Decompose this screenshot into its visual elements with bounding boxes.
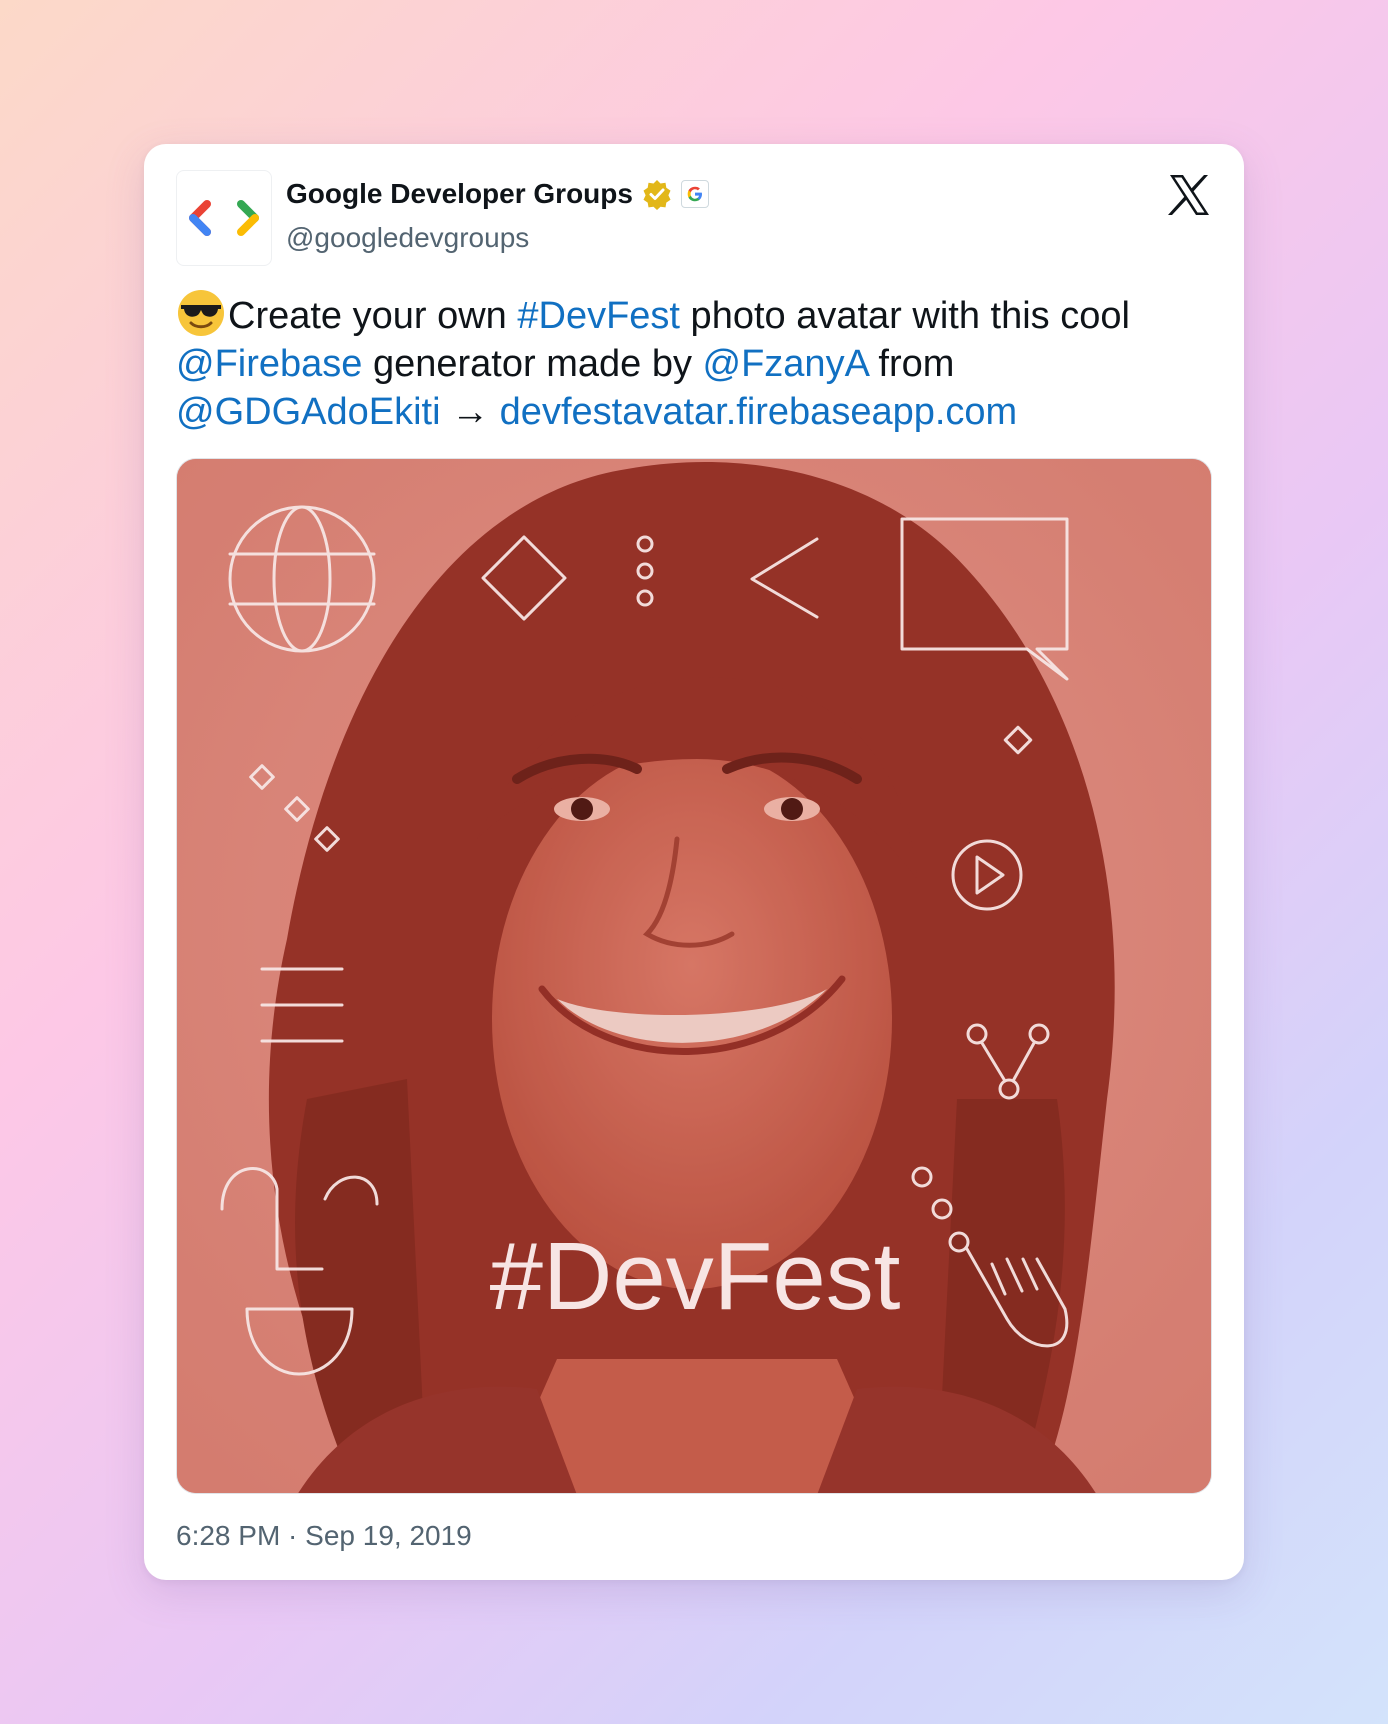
author-name[interactable]: Google Developer Groups [286, 178, 633, 210]
text-part: from [867, 343, 955, 385]
mention-link-gdgadoekiti[interactable]: @GDGAdoEkiti [176, 391, 441, 433]
post-header: Google Developer Groups @googledevgroups [176, 170, 1212, 266]
post-timestamp[interactable]: 6:28 PM · Sep 19, 2019 [176, 1520, 472, 1552]
url-link[interactable]: devfestavatar.firebaseapp.com [500, 391, 1018, 433]
text-part: photo avatar with this cool [680, 295, 1130, 337]
sunglasses-face-icon [178, 290, 224, 336]
post-text: Create your own #DevFest photo avatar wi… [176, 288, 1216, 436]
text-part: Create your own [228, 295, 518, 337]
gold-verified-badge-icon[interactable] [641, 178, 673, 210]
mention-link-firebase[interactable]: @Firebase [176, 343, 362, 385]
text-part: generator made by [362, 343, 703, 385]
post-card: Google Developer Groups @googledevgroups [144, 144, 1244, 1580]
hashtag-link[interactable]: #DevFest [517, 295, 680, 337]
arrow-text: → [440, 391, 500, 433]
avatar[interactable] [176, 170, 272, 266]
google-g-badge-icon[interactable] [680, 180, 709, 208]
author-row: Google Developer Groups [286, 178, 709, 210]
x-logo-icon[interactable] [1166, 172, 1212, 218]
mention-link-fzanya[interactable]: @FzanyA [703, 343, 868, 385]
devfest-avatar-image: #DevFest [177, 459, 1211, 1493]
gdg-logo-icon [189, 200, 259, 236]
post-image[interactable]: #DevFest [176, 458, 1212, 1494]
author-handle[interactable]: @googledevgroups [286, 222, 529, 254]
